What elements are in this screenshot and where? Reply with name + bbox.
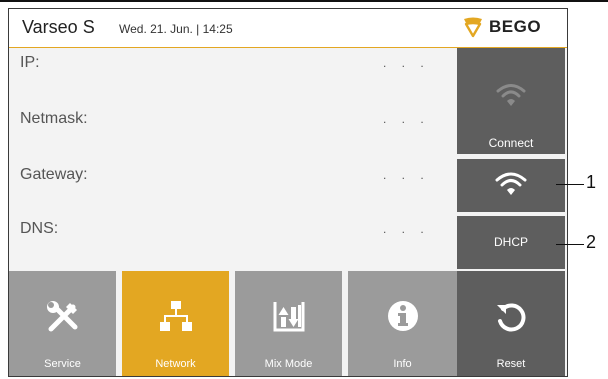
callout-number-2: 2 xyxy=(586,232,597,252)
tab-mix-mode-label: Mix Mode xyxy=(264,358,313,370)
mix-mode-icon xyxy=(273,302,304,332)
callout-number-1: 1 xyxy=(586,172,597,192)
tab-info-label: Info xyxy=(393,358,412,370)
ip-value[interactable]: . . . xyxy=(383,56,430,70)
tab-service-label: Service xyxy=(44,358,81,370)
brand-name: BEGO xyxy=(489,17,542,36)
top-border xyxy=(0,0,608,2)
info-icon xyxy=(387,301,418,331)
gateway-value[interactable]: . . . xyxy=(383,168,430,182)
bego-logo-icon xyxy=(464,17,482,38)
connect-button[interactable]: Connect xyxy=(457,48,565,154)
brand-logo: BEGO xyxy=(461,15,561,39)
dns-value[interactable]: . . . xyxy=(383,222,430,236)
callout-line-2 xyxy=(556,244,584,245)
netmask-row: Netmask: . . . xyxy=(9,106,457,162)
gateway-label: Gateway: xyxy=(20,166,88,183)
dhcp-button[interactable]: DHCP xyxy=(457,216,565,269)
tab-service[interactable]: Service xyxy=(9,271,116,376)
bottom-tab-bar: Service Network Mix Mode Info xyxy=(9,271,457,376)
ip-row: IP: . . . xyxy=(9,50,457,106)
tab-network-label: Network xyxy=(155,358,196,370)
wifi-icon xyxy=(495,172,527,195)
tab-network[interactable]: Network xyxy=(122,271,229,376)
device-screen: Varseo S Wed. 21. Jun. | 14:25 BEGO IP: … xyxy=(8,8,568,377)
wifi-button[interactable] xyxy=(457,159,565,212)
header-bar: Varseo S Wed. 21. Jun. | 14:25 BEGO xyxy=(9,9,567,48)
wifi-icon xyxy=(496,84,526,106)
connect-label: Connect xyxy=(488,136,534,150)
tab-info[interactable]: Info xyxy=(348,271,457,376)
callout-line-1 xyxy=(556,184,584,185)
tab-mix-mode[interactable]: Mix Mode xyxy=(235,271,342,376)
network-settings-panel: IP: . . . Netmask: . . . Gateway: . . . … xyxy=(9,48,457,270)
dns-row: DNS: . . . xyxy=(9,216,457,272)
dns-label: DNS: xyxy=(20,220,59,237)
ip-label: IP: xyxy=(20,54,40,71)
tools-icon xyxy=(46,301,77,332)
dhcp-label: DHCP xyxy=(493,235,528,249)
date-time: Wed. 21. Jun. | 14:25 xyxy=(119,22,233,36)
app-title: Varseo S xyxy=(22,17,95,37)
network-icon xyxy=(159,301,192,331)
reset-icon xyxy=(497,303,526,332)
gateway-row: Gateway: . . . xyxy=(9,162,457,218)
netmask-value[interactable]: . . . xyxy=(383,112,430,126)
reset-label: Reset xyxy=(496,358,526,370)
netmask-label: Netmask: xyxy=(20,110,88,127)
reset-button[interactable]: Reset xyxy=(457,271,565,376)
